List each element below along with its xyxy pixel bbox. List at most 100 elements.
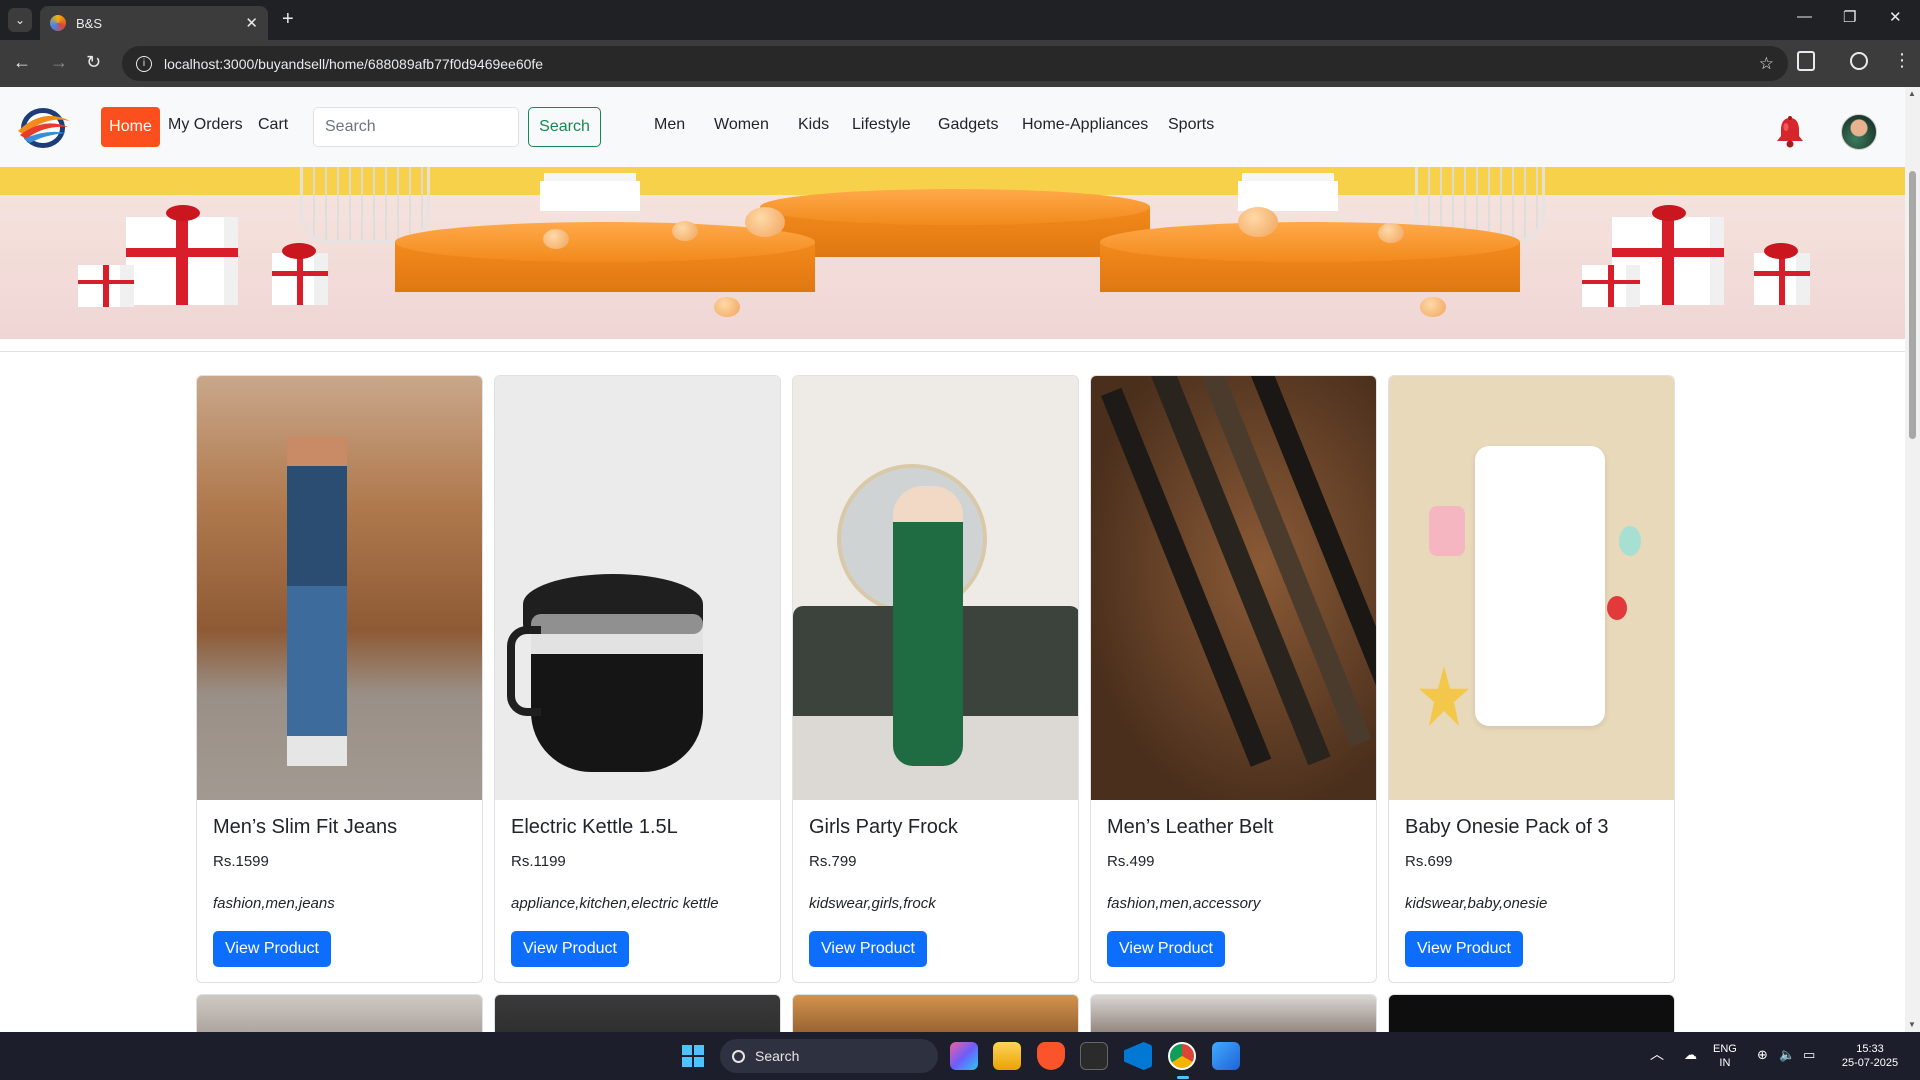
- toy-decoration: [1607, 596, 1627, 620]
- file-explorer-icon[interactable]: [993, 1042, 1021, 1070]
- extensions-puzzle-icon[interactable]: [1797, 51, 1815, 71]
- taskbar-search[interactable]: Search: [720, 1039, 938, 1073]
- minimize-icon[interactable]: —: [1797, 8, 1812, 25]
- site-favicon-icon: [50, 15, 66, 31]
- product-price: Rs.1599: [213, 853, 269, 870]
- browser-profile-icon[interactable]: [1850, 52, 1868, 70]
- egg-decoration: [543, 229, 569, 249]
- category-link-women[interactable]: Women: [714, 116, 769, 134]
- browser-menu-icon[interactable]: ⋮: [1893, 50, 1911, 71]
- egg-decoration: [1238, 207, 1278, 237]
- chrome-icon[interactable]: [1168, 1042, 1196, 1070]
- taskbar-search-label: Search: [755, 1048, 800, 1064]
- product-image: [793, 376, 1078, 800]
- vscode-icon[interactable]: [1124, 1042, 1152, 1070]
- scroll-up-arrow-icon[interactable]: ▲: [1908, 89, 1916, 98]
- copilot-icon[interactable]: [950, 1042, 978, 1070]
- battery-icon[interactable]: ▭: [1803, 1048, 1815, 1062]
- site-info-icon[interactable]: i: [136, 55, 152, 72]
- omnibox[interactable]: i localhost:3000/buyandsell/home/688089a…: [122, 46, 1788, 81]
- nav-home-button[interactable]: Home: [101, 107, 160, 147]
- site-logo-icon[interactable]: [14, 103, 72, 153]
- view-product-button[interactable]: View Product: [809, 931, 927, 967]
- view-product-button[interactable]: View Product: [1107, 931, 1225, 967]
- view-product-button[interactable]: View Product: [213, 931, 331, 967]
- egg-decoration: [714, 297, 740, 317]
- product-image: [197, 376, 482, 800]
- belt-strap: [1251, 376, 1376, 729]
- category-link-gadgets[interactable]: Gadgets: [938, 116, 998, 134]
- nav-cart-link[interactable]: Cart: [258, 116, 288, 134]
- person-figure: [287, 436, 347, 766]
- page-scrollbar[interactable]: ▲ ▼: [1905, 87, 1920, 1032]
- section-divider: [0, 351, 1905, 352]
- view-product-button[interactable]: View Product: [1405, 931, 1523, 967]
- category-link-lifestyle[interactable]: Lifestyle: [852, 116, 911, 134]
- scrollbar-thumb[interactable]: [1909, 171, 1916, 439]
- gift-bow-decoration: [166, 205, 200, 221]
- restore-icon[interactable]: ❐: [1843, 8, 1856, 26]
- gift-bow-decoration: [282, 243, 316, 259]
- shopping-cart-icon: [300, 167, 430, 243]
- view-product-button[interactable]: View Product: [511, 931, 629, 967]
- gift-box-decoration: [78, 265, 134, 307]
- tab-search-icon[interactable]: ⌄: [8, 8, 32, 32]
- app-icon[interactable]: [1212, 1042, 1240, 1070]
- url-text[interactable]: localhost:3000/buyandsell/home/688089afb…: [164, 56, 1759, 72]
- new-tab-plus-icon[interactable]: +: [282, 8, 294, 31]
- tab-title: B&S: [76, 15, 103, 31]
- gift-bow-decoration: [1764, 243, 1798, 259]
- language-region: IN: [1719, 1057, 1731, 1069]
- product-image: [495, 376, 780, 800]
- terminal-icon[interactable]: [1080, 1042, 1108, 1070]
- category-link-sports[interactable]: Sports: [1168, 116, 1214, 134]
- search-button[interactable]: Search: [528, 107, 601, 147]
- egg-decoration: [745, 207, 785, 237]
- window-close-icon[interactable]: ✕: [1889, 8, 1902, 26]
- product-card: Baby Onesie Pack of 3 Rs.699 kidswear,ba…: [1388, 375, 1675, 983]
- bookmark-star-icon[interactable]: ☆: [1759, 54, 1774, 74]
- brave-browser-icon[interactable]: [1037, 1042, 1065, 1070]
- egg-decoration: [1378, 223, 1404, 243]
- nav-my-orders-link[interactable]: My Orders: [168, 116, 243, 134]
- gift-box-decoration: [1754, 253, 1810, 305]
- back-arrow-icon[interactable]: ←: [13, 52, 31, 73]
- product-image: [1389, 376, 1674, 800]
- kettle-body: [531, 614, 703, 772]
- browser-tab[interactable]: B&S ✕: [40, 6, 268, 40]
- volume-icon[interactable]: 🔈: [1779, 1048, 1795, 1062]
- product-image: [1091, 376, 1376, 800]
- onedrive-icon[interactable]: ☁: [1684, 1048, 1697, 1062]
- notification-bell-icon[interactable]: [1773, 114, 1807, 148]
- category-link-home-appliances[interactable]: Home-Appliances: [1022, 116, 1148, 134]
- product-card: Men’s Slim Fit Jeans Rs.1599 fashion,men…: [196, 375, 483, 983]
- product-tags: fashion,men,accessory: [1107, 895, 1261, 912]
- search-input[interactable]: [313, 107, 519, 147]
- category-link-kids[interactable]: Kids: [798, 116, 829, 134]
- windows-start-icon[interactable]: [681, 1044, 705, 1068]
- product-card: Electric Kettle 1.5L Rs.1199 appliance,k…: [494, 375, 781, 983]
- language-indicator[interactable]: ENG IN: [1713, 1042, 1737, 1070]
- user-avatar[interactable]: [1841, 114, 1877, 150]
- gift-box-decoration: [1582, 265, 1640, 307]
- product-card-partial: [1090, 994, 1377, 1032]
- reload-icon[interactable]: ↻: [86, 52, 101, 73]
- category-link-men[interactable]: Men: [654, 116, 685, 134]
- forward-arrow-icon[interactable]: →: [50, 52, 68, 73]
- star-toy-decoration: [1419, 666, 1469, 726]
- site-navbar: Home My Orders Cart Search Men Women Kid…: [0, 87, 1905, 167]
- product-price: Rs.499: [1107, 853, 1155, 870]
- clock[interactable]: 15:33 25-07-2025: [1836, 1042, 1904, 1070]
- product-card: Men’s Leather Belt Rs.499 fashion,men,ac…: [1090, 375, 1377, 983]
- product-tags: fashion,men,jeans: [213, 895, 335, 912]
- os-taskbar: Search ︿ ☁ ENG IN ⊕ 🔈 ▭ 15:33 25-07-2025: [0, 1032, 1920, 1080]
- network-globe-icon[interactable]: ⊕: [1757, 1048, 1768, 1062]
- product-tags: appliance,kitchen,electric kettle: [511, 895, 719, 912]
- scroll-down-arrow-icon[interactable]: ▼: [1908, 1020, 1916, 1029]
- kettle-handle: [507, 626, 541, 716]
- product-card-partial: [196, 994, 483, 1032]
- show-hidden-icons-chevron-icon[interactable]: ︿: [1650, 1047, 1664, 1061]
- podium-top-decoration: [1100, 222, 1520, 262]
- close-icon[interactable]: ✕: [245, 14, 258, 32]
- gift-bow-decoration: [1652, 205, 1686, 221]
